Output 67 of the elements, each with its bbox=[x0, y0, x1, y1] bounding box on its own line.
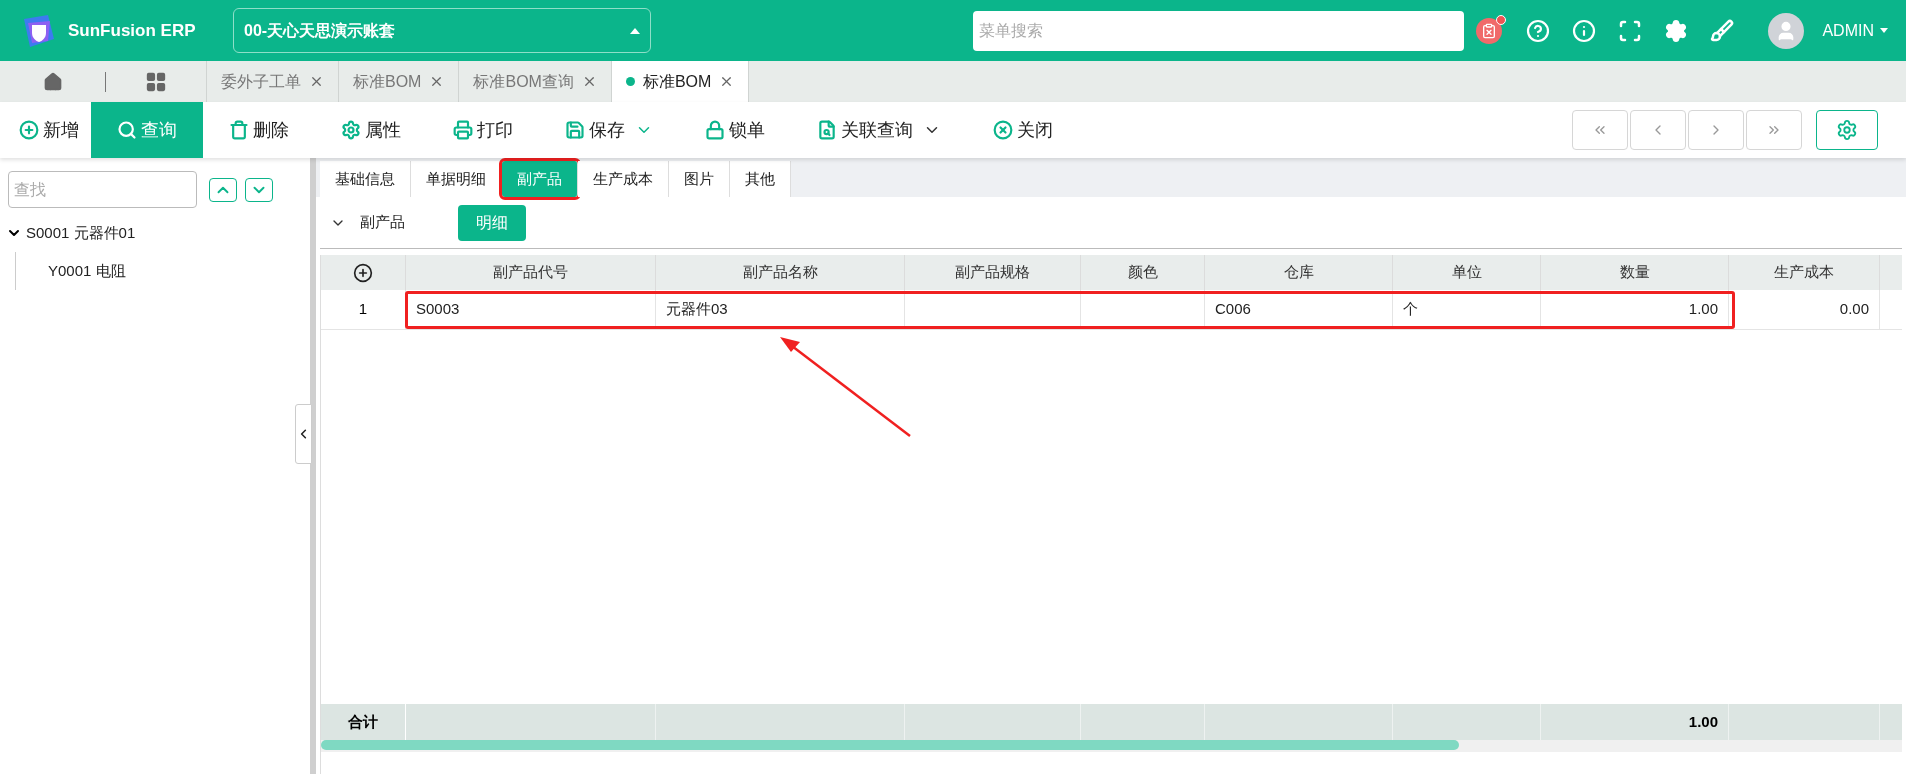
settings-icon bbox=[1836, 119, 1858, 141]
toolbar-button[interactable]: 新增 bbox=[0, 102, 91, 158]
close-circle-icon bbox=[993, 120, 1013, 140]
column-header: 副产品代号 bbox=[406, 255, 656, 290]
info-icon[interactable] bbox=[1572, 18, 1597, 43]
toolbar-button[interactable]: 关联查询 bbox=[791, 102, 967, 158]
gear-icon bbox=[341, 120, 361, 140]
detail-tab[interactable]: 生产成本 bbox=[578, 161, 669, 197]
settings-button[interactable] bbox=[1816, 110, 1878, 150]
column-header: 颜色 bbox=[1081, 255, 1205, 290]
brand-name: SunFusion ERP bbox=[68, 19, 197, 42]
next-button[interactable] bbox=[1688, 110, 1744, 150]
toolbar-button[interactable]: 保存 bbox=[539, 102, 679, 158]
section-title: 副产品 bbox=[360, 212, 405, 233]
table-cell: S0003 bbox=[406, 290, 656, 329]
menu-search-field[interactable]: 菜单搜索 bbox=[973, 10, 1465, 51]
toolbar-button[interactable]: 关闭 bbox=[967, 102, 1079, 158]
column-header: 仓库 bbox=[1205, 255, 1393, 290]
caret-down-icon bbox=[1880, 28, 1888, 33]
tree-item[interactable]: Y0001 电阻 bbox=[48, 259, 126, 283]
table-cell: 个 bbox=[1393, 290, 1541, 329]
row-number: 1 bbox=[321, 290, 406, 329]
previous-button[interactable] bbox=[1630, 110, 1686, 150]
column-header: 副产品名称 bbox=[656, 255, 905, 290]
lock-icon bbox=[705, 120, 725, 140]
open-tab[interactable]: 标准BOM bbox=[610, 61, 750, 102]
column-header: 生产成本 bbox=[1729, 255, 1880, 290]
table-cell: 元器件03 bbox=[656, 290, 905, 329]
detail-tab[interactable]: 基础信息 bbox=[320, 161, 411, 197]
toolbar-button[interactable]: 属性 bbox=[315, 102, 427, 158]
search-icon bbox=[117, 120, 137, 140]
toolbar-button[interactable]: 删除 bbox=[203, 102, 315, 158]
help-icon[interactable] bbox=[1526, 18, 1551, 43]
toolbar-button[interactable]: 打印 bbox=[427, 102, 539, 158]
table-cell: 1.00 bbox=[1541, 290, 1729, 329]
document-search-icon bbox=[817, 120, 837, 140]
column-header: 单位 bbox=[1393, 255, 1541, 290]
search-field[interactable]: 查找 bbox=[8, 171, 197, 208]
home-icon[interactable] bbox=[42, 71, 63, 92]
table-cell: C006 bbox=[1205, 290, 1393, 329]
first-page-button[interactable] bbox=[1572, 110, 1628, 150]
plus-circle-icon bbox=[19, 120, 39, 140]
last-page-button[interactable] bbox=[1746, 110, 1802, 150]
caret-up-icon bbox=[630, 27, 640, 34]
scrollbar-thumb[interactable] bbox=[321, 740, 1460, 750]
detail-tab[interactable]: 其他 bbox=[730, 161, 791, 197]
collapse-handle[interactable] bbox=[295, 404, 312, 464]
column-header: 数量 bbox=[1541, 255, 1729, 290]
trash-icon bbox=[229, 120, 249, 140]
add-row-icon[interactable] bbox=[353, 262, 373, 283]
grid-icon[interactable] bbox=[145, 70, 167, 93]
settings-icon[interactable] bbox=[1664, 18, 1689, 43]
clipboard-x-icon[interactable] bbox=[1476, 17, 1503, 44]
fullscreen-icon[interactable] bbox=[1618, 18, 1643, 43]
expand-up-button[interactable] bbox=[209, 177, 237, 202]
printer-icon bbox=[453, 120, 473, 140]
user-avatar[interactable] bbox=[1768, 12, 1805, 49]
tree-item[interactable]: S0001 元器件01 bbox=[26, 221, 136, 245]
toolbar-button[interactable]: 锁单 bbox=[679, 102, 791, 158]
detail-tab[interactable]: 图片 bbox=[669, 161, 730, 197]
expand-down-button[interactable] bbox=[245, 177, 273, 202]
column-header: 副产品规格 bbox=[905, 255, 1081, 290]
total-quantity: 1.00 bbox=[1688, 711, 1718, 732]
close-icon[interactable] bbox=[309, 74, 324, 89]
table-cell: 0.00 bbox=[1729, 290, 1880, 329]
detail-tab[interactable]: 单据明细 bbox=[411, 161, 502, 197]
total-label: 合计 bbox=[348, 711, 378, 732]
